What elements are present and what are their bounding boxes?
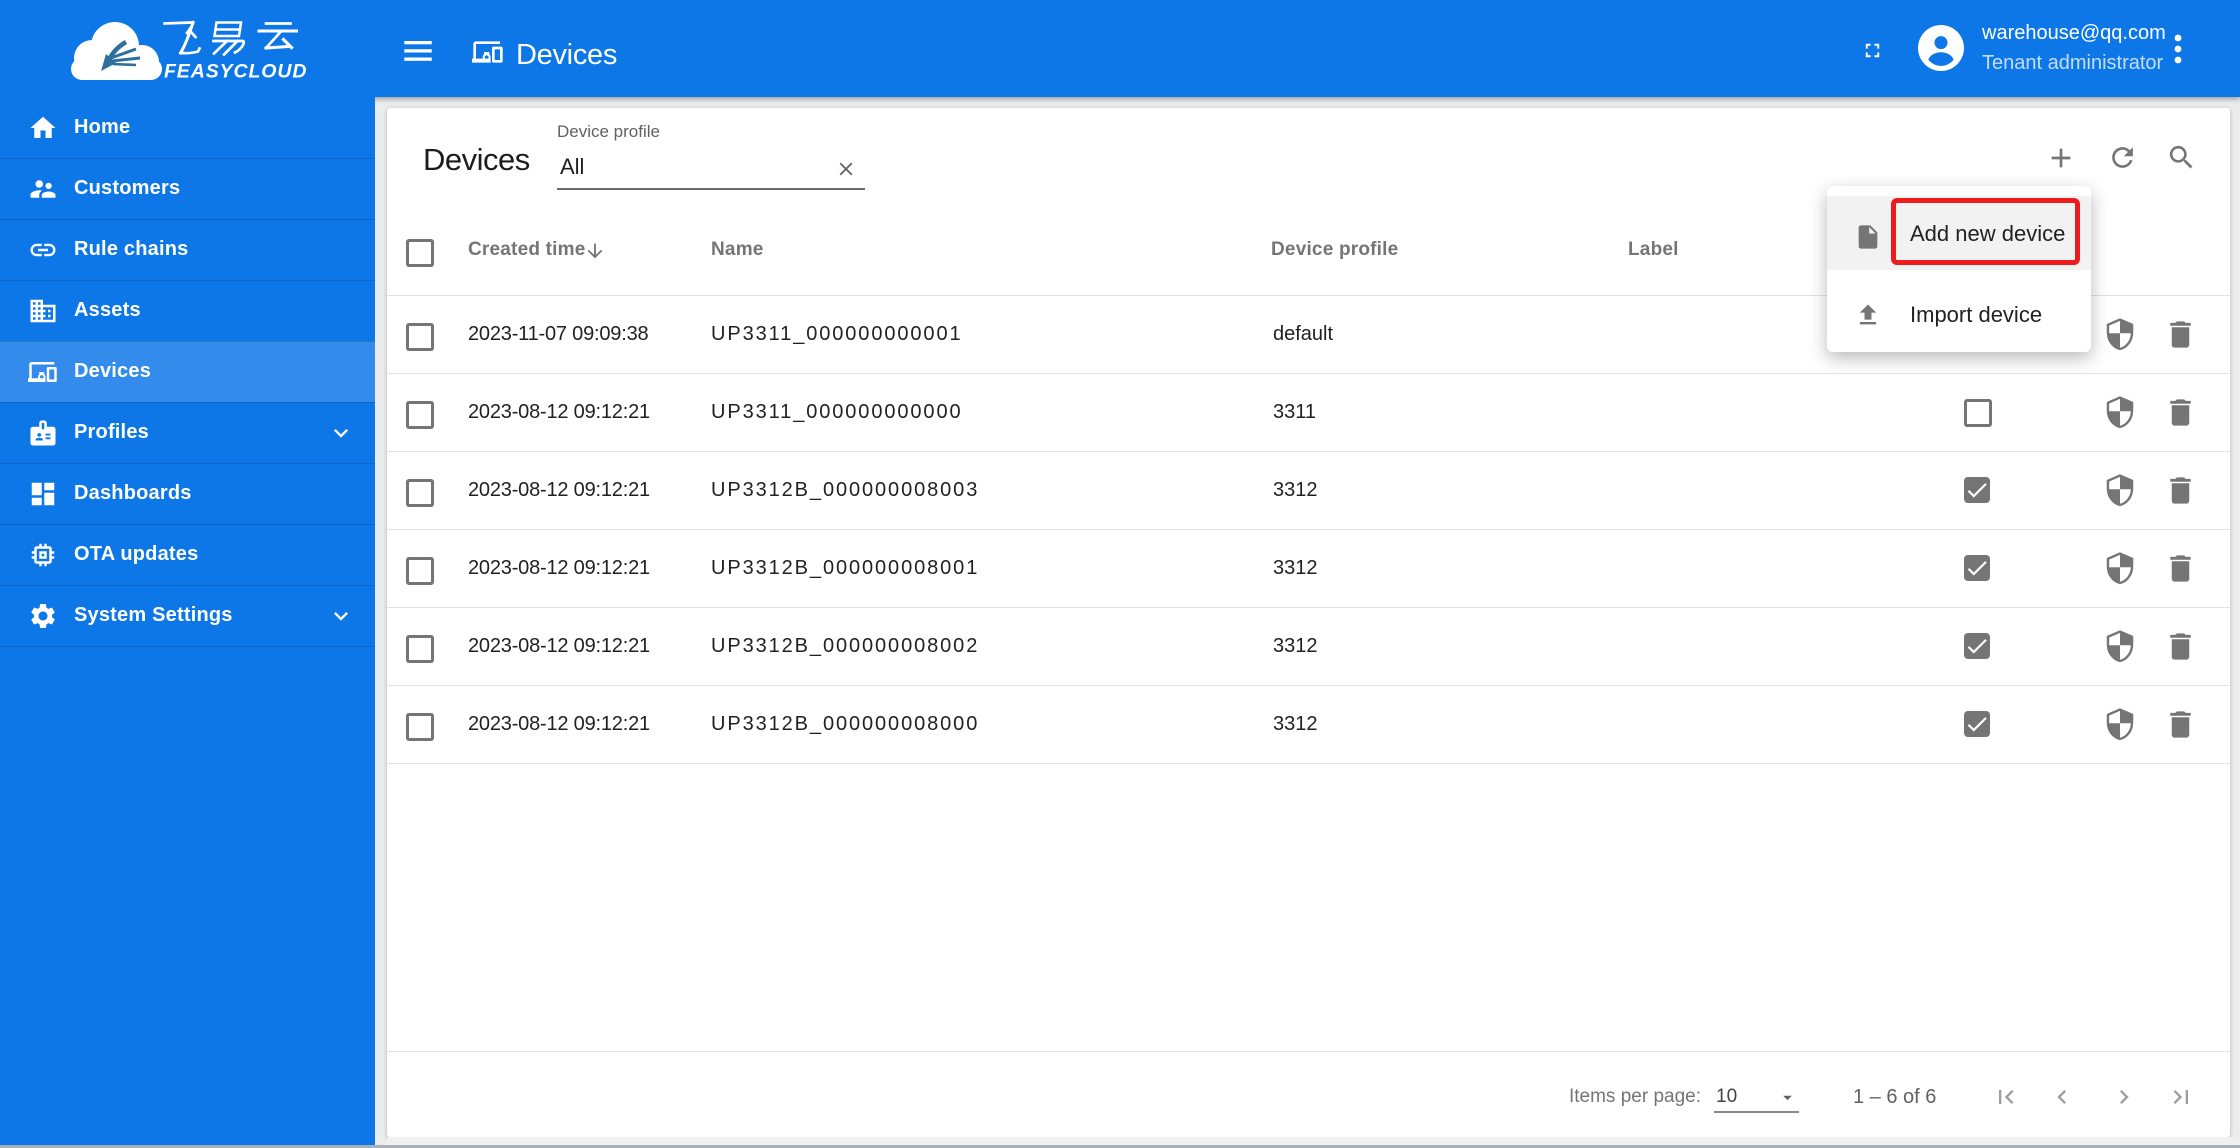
svg-text:FEASYCLOUD: FEASYCLOUD [164,61,307,83]
